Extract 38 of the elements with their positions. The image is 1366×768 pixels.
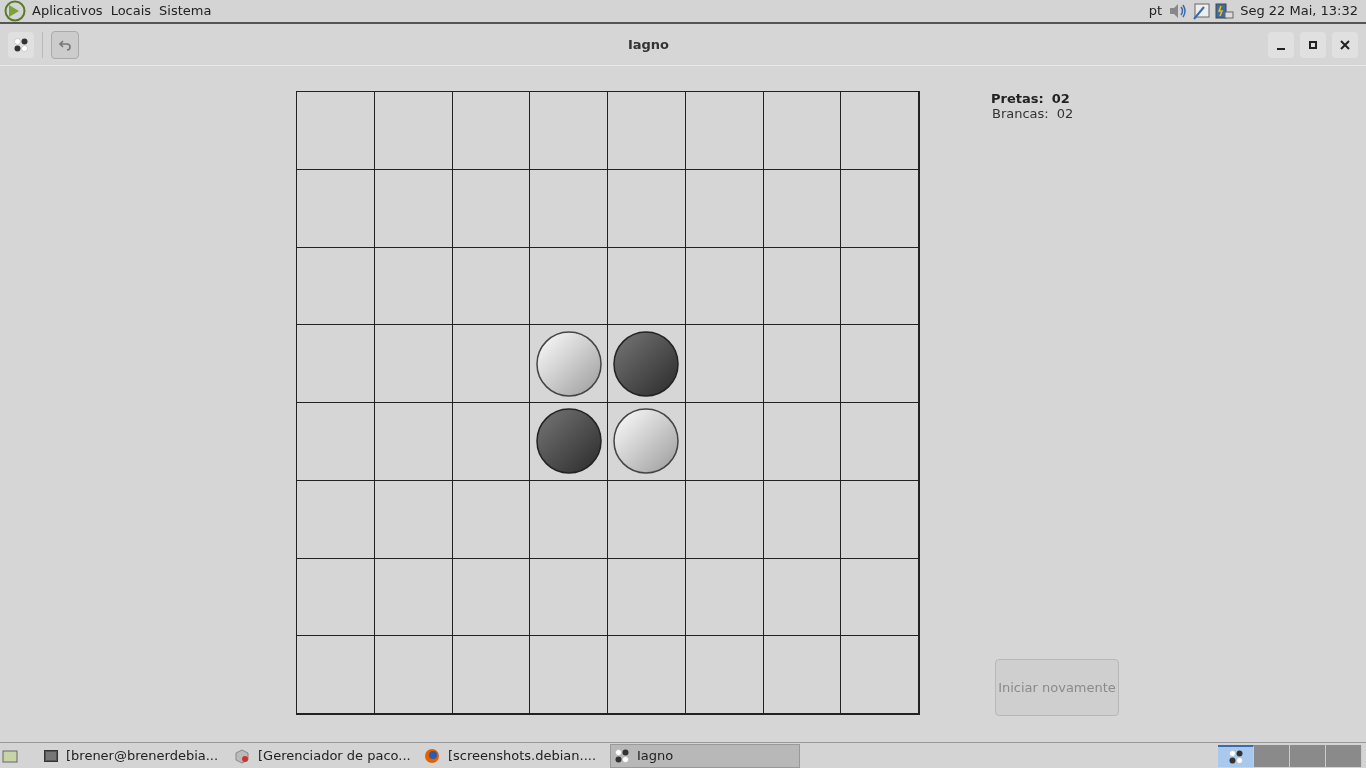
score-value: 02 xyxy=(1051,91,1070,106)
menu-logo-icon xyxy=(4,0,26,22)
window-title: Iagno xyxy=(627,35,670,54)
game-piece xyxy=(613,408,680,475)
globe-icon xyxy=(424,747,440,764)
clock[interactable]: Seg 22 Mai, 13:32 xyxy=(1240,1,1358,21)
terminal-icon xyxy=(44,749,58,762)
game-icon xyxy=(14,37,28,52)
maximize-icon xyxy=(1309,40,1317,49)
battery-icon[interactable] xyxy=(1214,1,1235,21)
minimize-button[interactable] xyxy=(1268,31,1294,58)
close-button[interactable] xyxy=(1332,31,1358,58)
game-icon xyxy=(615,748,629,763)
language-indicator[interactable]: pt xyxy=(1148,1,1163,21)
taskbar-task[interactable]: [brener@brenerdebia... xyxy=(40,743,230,768)
undo-button[interactable] xyxy=(51,30,79,59)
minimize-icon xyxy=(1277,47,1285,50)
score-label: Pretas: xyxy=(991,91,1044,106)
menu-item[interactable]: Sistema xyxy=(159,1,212,21)
taskbar-task[interactable]: [screenshots.debian.... xyxy=(420,743,610,768)
game-icon xyxy=(1228,749,1243,764)
undo-icon xyxy=(58,38,72,51)
score-value: 02 xyxy=(1056,106,1074,121)
speaker-icon[interactable] xyxy=(1168,2,1189,20)
game-menu-button[interactable] xyxy=(8,31,34,58)
close-icon xyxy=(1340,39,1350,50)
package-icon xyxy=(234,747,250,764)
game-piece xyxy=(535,330,602,397)
menu-item[interactable]: Aplicativos xyxy=(32,1,103,21)
maximize-button[interactable] xyxy=(1300,31,1326,58)
score-label: Brancas: xyxy=(992,106,1049,121)
taskbar-task[interactable]: Iagno xyxy=(610,743,800,768)
pen-icon[interactable] xyxy=(1192,2,1211,20)
game-piece xyxy=(535,408,602,475)
taskbar-task[interactable]: [Gerenciador de paco... xyxy=(230,743,420,768)
game-piece xyxy=(613,330,680,397)
workspace-button[interactable] xyxy=(1218,744,1254,767)
menu-item[interactable]: Locais xyxy=(110,1,152,21)
